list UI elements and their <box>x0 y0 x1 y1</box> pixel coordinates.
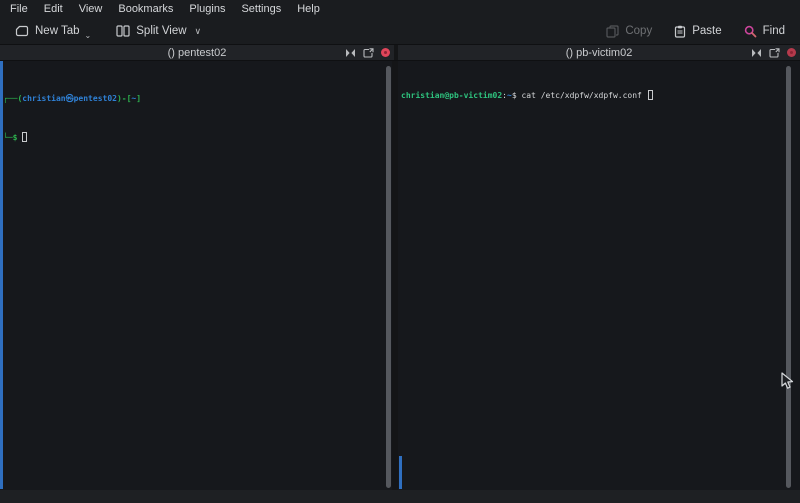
menu-item-edit[interactable]: Edit <box>36 0 71 18</box>
chevron-down-icon: ⌄ <box>85 31 92 40</box>
left-pane-scrollbar[interactable] <box>386 66 391 488</box>
prompt-line: christian@pb-victim02:~$ cat /etc/xdpfw/… <box>401 89 800 102</box>
find-icon <box>744 25 757 38</box>
close-icon[interactable] <box>787 48 796 57</box>
split-view-icon <box>116 25 130 37</box>
tab-row: () pentest02 () pb-victim02 <box>0 44 800 61</box>
paste-button[interactable]: Paste <box>667 22 728 41</box>
terminal-pane-pb-victim02[interactable]: christian@pb-victim02:~$ cat /etc/xdpfw/… <box>398 61 800 490</box>
split-view-button[interactable]: Split View ∨ <box>109 22 208 40</box>
window-bottom-strip <box>0 490 800 503</box>
menu-item-file[interactable]: File <box>2 0 36 18</box>
maximize-view-icon[interactable] <box>751 48 762 58</box>
menu-item-bookmarks[interactable]: Bookmarks <box>110 0 181 18</box>
menu-item-view[interactable]: View <box>71 0 111 18</box>
paste-icon <box>674 25 686 38</box>
tab-pentest02[interactable]: () pentest02 <box>0 45 394 60</box>
new-tab-icon <box>15 25 29 37</box>
split-view-label: Split View <box>136 25 186 37</box>
prompt-line-1: ┌──(christian㉿pentest02)-[~] <box>3 92 392 105</box>
tab-title: () pb-victim02 <box>566 47 633 59</box>
new-tab-button[interactable]: New Tab ⌄ <box>8 22 99 40</box>
new-tab-label: New Tab <box>35 25 80 37</box>
mouse-pointer-icon <box>781 372 794 390</box>
chevron-down-icon: ∨ <box>195 26 202 37</box>
maximize-view-icon[interactable] <box>345 48 356 58</box>
prompt-line-2: └─$ <box>3 131 392 144</box>
detach-tab-icon[interactable] <box>363 48 374 58</box>
right-pane-scrollbar[interactable] <box>786 66 791 488</box>
toolbar: New Tab ⌄ Split View ∨ Copy <box>0 18 800 44</box>
copy-button[interactable]: Copy <box>599 22 659 41</box>
menu-item-settings[interactable]: Settings <box>233 0 289 18</box>
terminal-cursor <box>648 90 653 100</box>
terminal-pane-pentest02[interactable]: ┌──(christian㉿pentest02)-[~] └─$ <box>0 61 392 490</box>
pane-focus-bar <box>399 456 402 489</box>
copy-icon <box>606 25 619 38</box>
detach-tab-icon[interactable] <box>769 48 780 58</box>
menu-bar: File Edit View Bookmarks Plugins Setting… <box>0 0 800 18</box>
find-label: Find <box>763 25 785 37</box>
terminal-cursor <box>22 132 27 142</box>
tab-pb-victim02[interactable]: () pb-victim02 <box>398 45 800 60</box>
close-icon[interactable] <box>381 48 390 57</box>
paste-label: Paste <box>692 25 721 37</box>
copy-label: Copy <box>625 25 652 37</box>
menu-item-help[interactable]: Help <box>289 0 328 18</box>
pane-focus-bar <box>0 61 3 489</box>
tab-title: () pentest02 <box>168 47 227 59</box>
find-button[interactable]: Find <box>737 22 792 41</box>
menu-item-plugins[interactable]: Plugins <box>181 0 233 18</box>
